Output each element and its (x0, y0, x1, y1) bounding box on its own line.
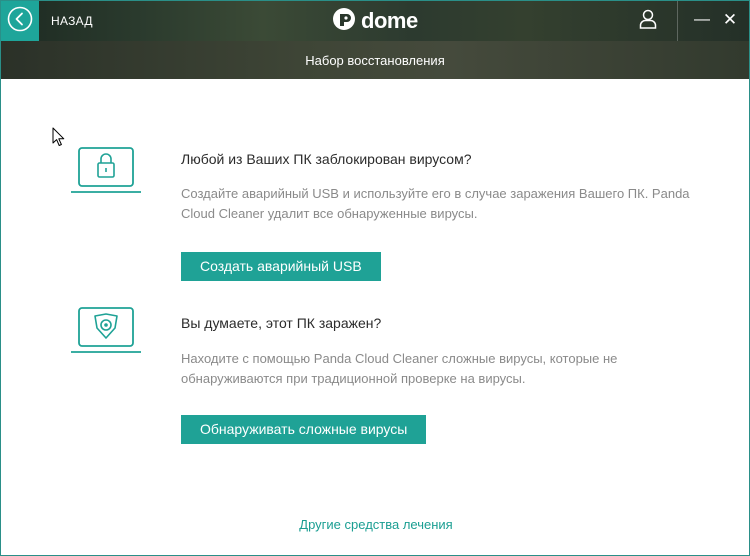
create-rescue-usb-button[interactable]: Создать аварийный USB (181, 252, 381, 281)
app-window: НАЗАД dome — ✕ Набор восстановления Любо… (0, 0, 750, 556)
section-title-locked: Любой из Ваших ПК заблокирован вирусом? (181, 151, 472, 167)
logo-text: dome (361, 8, 418, 33)
header-separator (677, 1, 678, 41)
section-desc-locked: Создайте аварийный USB и используйте его… (181, 186, 690, 221)
user-button[interactable] (629, 1, 667, 41)
top-bar: НАЗАД dome — ✕ (1, 1, 749, 41)
title-bar: Набор восстановления (1, 41, 749, 79)
section-desc-infected: Находите с помощью Panda Cloud Cleaner с… (181, 351, 618, 386)
detect-advanced-viruses-button[interactable]: Обнаруживать сложные вирусы (181, 415, 427, 444)
minimize-button[interactable]: — (691, 11, 713, 31)
other-remedies-link[interactable]: Другие средства лечения (1, 517, 749, 532)
back-button[interactable] (1, 1, 39, 41)
page-title: Набор восстановления (305, 53, 445, 68)
panda-logo-icon (331, 6, 357, 37)
back-arrow-icon (7, 6, 33, 37)
mouse-cursor-icon (52, 127, 66, 152)
laptop-virus-icon (69, 306, 143, 363)
close-button[interactable]: ✕ (719, 10, 741, 32)
laptop-lock-icon (69, 146, 143, 203)
section-title-infected: Вы думаете, этот ПК заражен? (181, 315, 382, 331)
user-icon (639, 9, 657, 34)
back-label[interactable]: НАЗАД (51, 14, 93, 28)
app-logo: dome (331, 7, 418, 35)
